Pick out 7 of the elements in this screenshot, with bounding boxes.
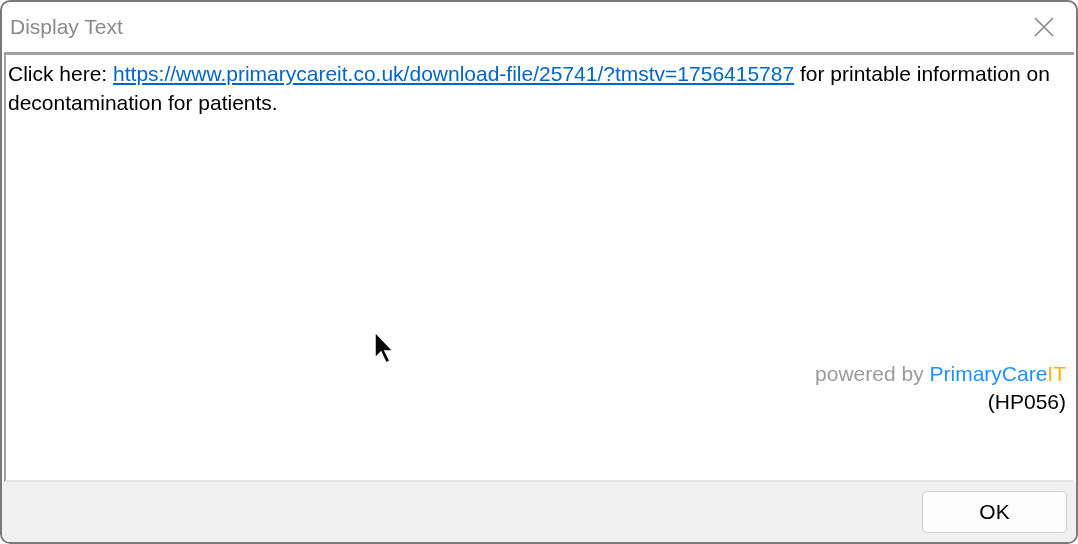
message-text: Click here: https://www.primarycareit.co.uk/download-file/25741/?tmstv=1756415787 for printable information on decontamination for patients. [8,61,1051,116]
ok-button[interactable]: OK [922,491,1067,533]
download-link[interactable]: https://www.primarycareit.co.uk/download-file/25741/?tmstv=1756415787 [113,62,795,85]
window-title: Display Text [10,15,123,39]
powered-by-text: powered by PrimaryCareIT [815,361,1066,387]
code-label: (HP056) [987,389,1066,415]
close-icon [1034,17,1054,37]
